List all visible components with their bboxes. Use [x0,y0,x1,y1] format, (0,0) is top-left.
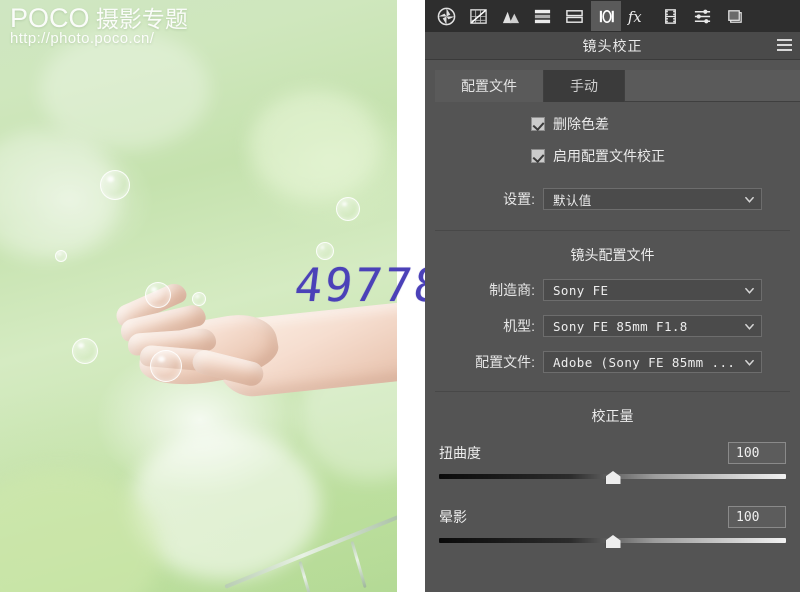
setup-row: 设置: 默认值 [425,188,800,210]
setup-label: 设置: [503,191,535,207]
soap-bubble [145,282,171,308]
slider-label-distortion: 扭曲度 [439,445,481,461]
panel-title-bar: 镜头校正 [425,32,800,60]
soap-bubble [72,338,98,364]
profile-label: 配置文件: [475,354,535,370]
make-row: 制造商: Sony FE [425,279,800,301]
setup-select[interactable]: 默认值 [543,188,762,210]
checkbox-label: 删除色差 [553,116,609,132]
setup-value: 默认值 [553,192,592,208]
profile-select[interactable]: Adobe (Sony FE 85mm ... [543,351,762,373]
model-select[interactable]: Sony FE 85mm F1.8 [543,315,762,337]
effects-fx-icon[interactable]: fx [623,1,653,31]
soap-bubble [55,250,67,262]
soap-bubble [336,197,360,221]
poco-url: http://photo.poco.cn/ [10,30,155,48]
page-title: 镜头校正 [582,37,643,54]
profile-row: 配置文件: Adobe (Sony FE 85mm ... [425,351,800,373]
basic-adjustments-icon[interactable] [431,1,461,31]
slider-head: 晕影 100 [439,506,786,528]
bokeh-blob [0,130,120,260]
poco-watermark: POCO 摄影专题 http://photo.poco.cn/ [10,4,240,47]
slider-head: 扭曲度 100 [439,442,786,464]
detail-icon[interactable] [559,1,589,31]
soap-bubble [192,292,206,306]
profile-value: Adobe (Sony FE 85mm ... [553,354,736,370]
slider-value-vignetting[interactable]: 100 [728,506,786,528]
chevron-down-icon [744,194,755,205]
tab-profile[interactable]: 配置文件 [435,70,544,102]
module-toolbar: fx [425,0,800,32]
app-root: POCO 摄影专题 http://photo.poco.cn/ 497785 f… [0,0,800,592]
soap-bubble [100,170,130,200]
tab-bar-filler [625,70,800,102]
split-toning-icon[interactable] [527,1,557,31]
hamburger-menu-icon[interactable] [777,39,792,52]
lens-correction-panel: fx 镜头校正 配置文件 手动 删除色差 启用配置文件校正 设置: 默认值 镜头… [425,0,800,592]
lens-profile-section-title: 镜头配置文件 [570,247,655,263]
checkbox-row-enable-profile-corrections[interactable]: 启用配置文件校正 [425,146,800,166]
slider-vignetting: 晕影 100 [425,506,800,548]
bokeh-blob [250,90,380,200]
railing-post [350,541,367,589]
checkbox-label: 启用配置文件校正 [553,148,665,164]
chevron-down-icon [744,321,755,332]
divider [435,230,790,231]
checkbox-enable-profile-corrections[interactable] [531,149,545,163]
bokeh-blob [40,30,210,150]
tab-bar: 配置文件 手动 [425,70,800,102]
model-value: Sony FE 85mm F1.8 [553,318,688,334]
chevron-down-icon [744,285,755,296]
chevron-down-icon [744,357,755,368]
slider-track-wrap[interactable] [439,470,786,484]
make-label: 制造商: [489,282,535,298]
snapshots-icon[interactable] [719,1,749,31]
slider-label-vignetting: 晕影 [439,509,467,525]
checkbox-remove-chromatic-aberration[interactable] [531,117,545,131]
railing-post [298,561,313,592]
make-value: Sony FE [553,282,609,298]
divider [435,391,790,392]
model-row: 机型: Sony FE 85mm F1.8 [425,315,800,337]
correction-section-title: 校正量 [591,408,634,424]
poco-brand: POCO [10,3,90,33]
slider-distortion: 扭曲度 100 [425,442,800,484]
slider-value-distortion[interactable]: 100 [728,442,786,464]
soap-bubble [150,350,182,382]
slider-knob-vignetting[interactable] [605,535,621,548]
slider-track-wrap[interactable] [439,534,786,548]
svg-text:fx: fx [627,9,642,26]
make-select[interactable]: Sony FE [543,279,762,301]
lens-correction-icon[interactable] [591,1,621,31]
presets-icon[interactable] [687,1,717,31]
tone-curve-icon[interactable] [463,1,493,31]
tab-manual[interactable]: 手动 [544,70,625,102]
checkbox-row-remove-chromatic-aberration[interactable]: 删除色差 [425,114,800,134]
poco-brand-cn: 摄影专题 [89,6,188,32]
hsl-color-icon[interactable] [495,1,525,31]
camera-calibration-icon[interactable] [655,1,685,31]
slider-knob-distortion[interactable] [605,471,621,484]
model-label: 机型: [503,318,535,334]
